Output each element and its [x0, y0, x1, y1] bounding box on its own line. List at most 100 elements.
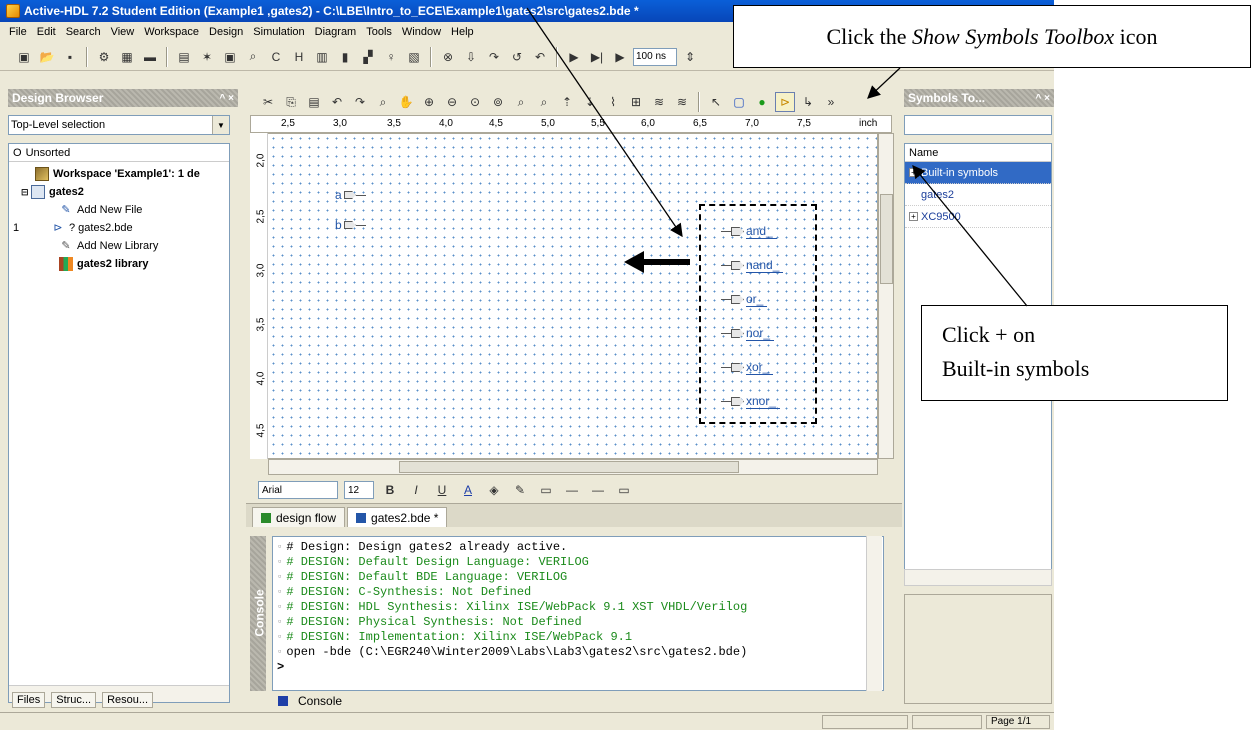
- expand-icon[interactable]: +: [909, 212, 918, 221]
- bus-icon[interactable]: ⊞: [626, 92, 646, 112]
- menu-help[interactable]: Help: [446, 26, 479, 38]
- chart-icon[interactable]: ▥: [312, 47, 332, 67]
- compile-icon[interactable]: ⚙: [94, 47, 114, 67]
- menu-window[interactable]: Window: [397, 26, 446, 38]
- menu-file[interactable]: File: [4, 26, 32, 38]
- close-icon[interactable]: ^ ×: [1036, 93, 1050, 104]
- input-port-b[interactable]: b: [335, 218, 366, 232]
- fill-color-icon[interactable]: ◈: [484, 480, 504, 500]
- library-icon[interactable]: ▬: [140, 47, 160, 67]
- symbol-search-input[interactable]: [904, 115, 1052, 135]
- cut-icon[interactable]: ✂: [258, 92, 278, 112]
- run-icon[interactable]: ▶: [564, 47, 584, 67]
- collapse-icon[interactable]: ⊟: [21, 187, 31, 198]
- italic-icon[interactable]: I: [406, 480, 426, 500]
- run-until-icon[interactable]: ▶|: [587, 47, 607, 67]
- text-color-icon[interactable]: A: [458, 480, 478, 500]
- console-output[interactable]: ▫ # Design: Design gates2 already active.…: [272, 536, 884, 691]
- scroll-thumb[interactable]: [880, 194, 893, 284]
- symbol-nand[interactable]: nand_: [721, 258, 784, 273]
- paste-icon[interactable]: ▤: [304, 92, 324, 112]
- hierarchy-icon[interactable]: ▤: [174, 47, 194, 67]
- tab-resources[interactable]: Resou...: [102, 692, 154, 708]
- library-manager-icon[interactable]: ▮: [335, 47, 355, 67]
- tree-item-design[interactable]: ⊟ gates2: [21, 184, 84, 200]
- search-icon[interactable]: ⌕: [534, 92, 554, 112]
- symbol-column-header[interactable]: Name: [905, 144, 1051, 162]
- compile-diagram-icon[interactable]: ≋: [672, 92, 692, 112]
- symbol-or[interactable]: or_: [721, 292, 768, 307]
- menu-view[interactable]: View: [106, 26, 140, 38]
- line-style-icon[interactable]: ▭: [536, 480, 556, 500]
- hint-icon[interactable]: ♀: [381, 47, 401, 67]
- monitor-icon[interactable]: ▣: [220, 47, 240, 67]
- zoom-fit-icon[interactable]: ⊙: [465, 92, 485, 112]
- more-tools-icon[interactable]: »: [821, 92, 841, 112]
- console-prompt-line[interactable]: >: [277, 659, 879, 674]
- symbol-and[interactable]: and_: [721, 224, 777, 239]
- arrow-style-icon[interactable]: —: [588, 480, 608, 500]
- trace-into-icon[interactable]: ↺: [507, 47, 527, 67]
- zoom-sheet-icon[interactable]: ⊚: [488, 92, 508, 112]
- new-workspace-icon[interactable]: ▣: [14, 47, 34, 67]
- menu-simulation[interactable]: Simulation: [248, 26, 309, 38]
- select-icon[interactable]: ↖: [706, 92, 726, 112]
- design-flow-icon[interactable]: ▞: [358, 47, 378, 67]
- underline-icon[interactable]: U: [432, 480, 452, 500]
- font-size-select[interactable]: 12: [344, 481, 374, 499]
- tab-design-flow[interactable]: design flow: [252, 507, 346, 527]
- canvas-vertical-scrollbar[interactable]: [878, 133, 894, 459]
- fill-style-icon[interactable]: ▭: [614, 480, 634, 500]
- menu-workspace[interactable]: Workspace: [139, 26, 204, 38]
- menu-tools[interactable]: Tools: [361, 26, 397, 38]
- compile-all-icon[interactable]: ▦: [117, 47, 137, 67]
- symbol-nor[interactable]: nor_: [721, 326, 775, 341]
- save-icon[interactable]: ▪: [60, 47, 80, 67]
- tab-files[interactable]: Files: [12, 692, 46, 708]
- zoom-out-icon[interactable]: ⊖: [442, 92, 462, 112]
- canvas-horizontal-scrollbar[interactable]: [268, 459, 878, 475]
- net-icon[interactable]: ⌇: [603, 92, 623, 112]
- top-level-selection-dropdown[interactable]: Top-Level selection ▼: [8, 115, 230, 135]
- tree-item-library[interactable]: gates2 library: [59, 256, 149, 272]
- zoom-in-icon[interactable]: ⊕: [419, 92, 439, 112]
- trace-out-icon[interactable]: ↶: [530, 47, 550, 67]
- zoom-icon[interactable]: ⌕: [373, 92, 393, 112]
- symbol-list-scrollbar[interactable]: [904, 569, 1052, 586]
- wire-icon[interactable]: ↳: [798, 92, 818, 112]
- tools-icon[interactable]: ▧: [404, 47, 424, 67]
- zoom-page-icon[interactable]: ⌕: [511, 92, 531, 112]
- spin-icon[interactable]: ⇕: [680, 47, 700, 67]
- tree-item-gates2-bde[interactable]: 1 ⊳ ? gates2.bde: [13, 220, 133, 236]
- list-item-built-in-symbols[interactable]: + Built-in symbols: [905, 162, 1051, 184]
- undo-icon[interactable]: ↶: [327, 92, 347, 112]
- cpp-debug-icon[interactable]: C: [266, 47, 286, 67]
- stop-icon[interactable]: ⊗: [438, 47, 458, 67]
- bold-icon[interactable]: B: [380, 480, 400, 500]
- generate-icon[interactable]: ≋: [649, 92, 669, 112]
- pan-icon[interactable]: ✋: [396, 92, 416, 112]
- ports-icon[interactable]: ●: [752, 92, 772, 112]
- tab-structure[interactable]: Struc...: [51, 692, 97, 708]
- redo-icon[interactable]: ↷: [350, 92, 370, 112]
- symbol-xnor[interactable]: xnor_: [721, 394, 781, 409]
- find-icon[interactable]: ⌕: [243, 47, 263, 67]
- tree-item-add-new-library[interactable]: ✎ Add New Library: [59, 238, 158, 254]
- list-item-gates2[interactable]: gates2: [905, 184, 1051, 206]
- font-select[interactable]: Arial: [258, 481, 338, 499]
- step-icon[interactable]: ⇩: [461, 47, 481, 67]
- symbol-xor[interactable]: xor_: [721, 360, 774, 375]
- list-item-xc9500[interactable]: + XC9500: [905, 206, 1051, 228]
- tree-item-add-new-file[interactable]: ✎ Add New File: [59, 202, 142, 218]
- open-icon[interactable]: 📂: [37, 47, 57, 67]
- menu-search[interactable]: Search: [61, 26, 106, 38]
- expand-icon[interactable]: +: [909, 168, 918, 177]
- menu-edit[interactable]: Edit: [32, 26, 61, 38]
- tab-gates2-bde[interactable]: gates2.bde *: [347, 507, 448, 527]
- tab-console[interactable]: Console: [272, 692, 884, 710]
- chevron-down-icon[interactable]: ▼: [212, 116, 229, 134]
- console-scrollbar[interactable]: [866, 536, 882, 691]
- close-icon[interactable]: ^ ×: [220, 93, 234, 104]
- line-color-icon[interactable]: ✎: [510, 480, 530, 500]
- trace-over-icon[interactable]: ↷: [484, 47, 504, 67]
